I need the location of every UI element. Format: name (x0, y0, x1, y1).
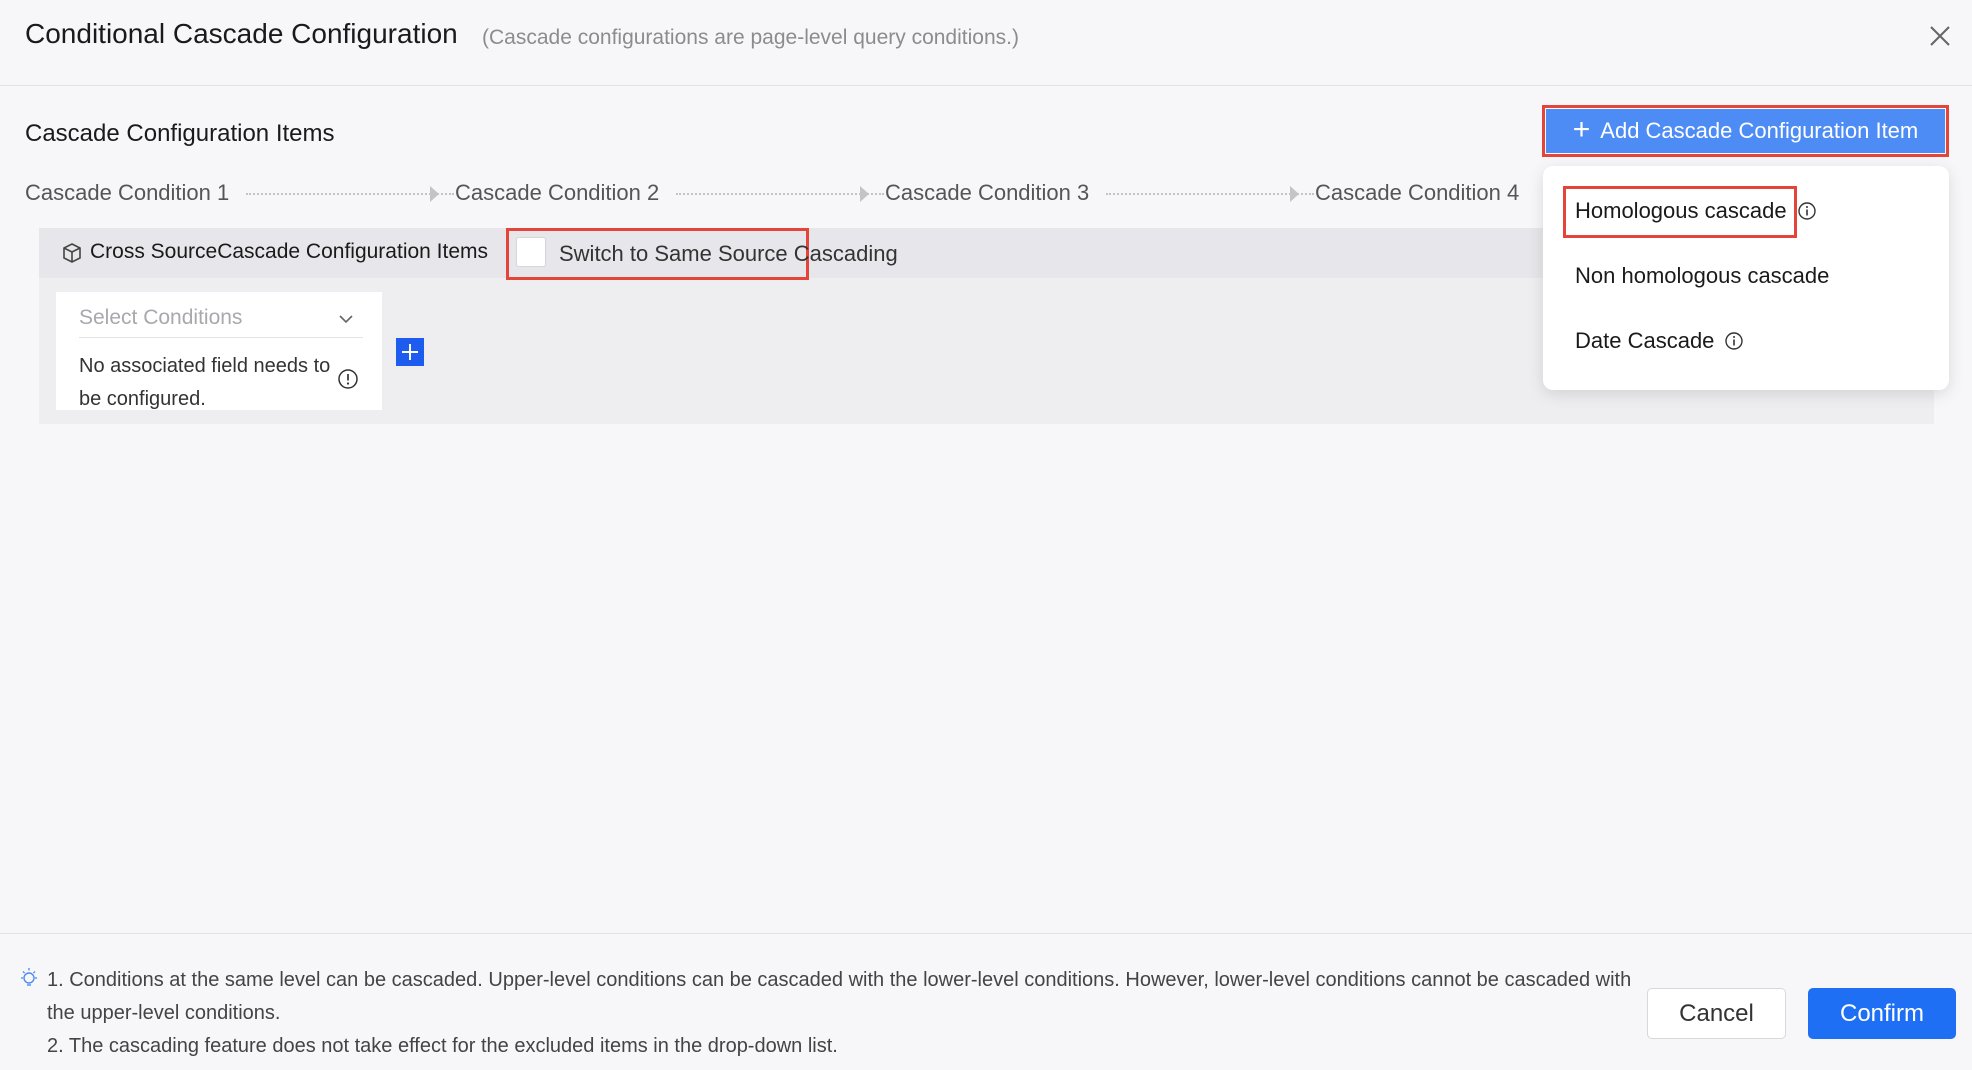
dialog-subtitle: (Cascade configurations are page-level q… (482, 26, 1019, 49)
same-source-label[interactable]: Switch to Same Source Cascading (559, 241, 898, 267)
menu-item-label: Date Cascade (1575, 328, 1715, 353)
same-source-checkbox[interactable] (516, 237, 546, 267)
step-2: Cascade Condition 2 (455, 180, 660, 205)
info-icon (1797, 202, 1816, 220)
plus-icon: + (1572, 112, 1591, 146)
panel-label: Cross SourceCascade Configuration Items (90, 240, 489, 263)
step-connector (676, 193, 884, 195)
add-cascade-item-label: Add Cascade Configuration Item (1600, 118, 1919, 143)
cube-icon (63, 243, 81, 263)
close-button[interactable] (1924, 20, 1956, 52)
confirm-button[interactable]: Confirm (1808, 988, 1956, 1039)
menu-item-homologous[interactable]: Homologous cascade (1575, 198, 1817, 224)
condition-note: No associated field needs to be configur… (79, 355, 331, 410)
info-icon (1725, 332, 1744, 350)
tip-1: 1. Conditions at the same level can be c… (47, 969, 1632, 1024)
menu-item-date-cascade[interactable]: Date Cascade (1575, 328, 1744, 354)
chevron-down-icon (339, 315, 353, 324)
section-title: Cascade Configuration Items (25, 120, 335, 147)
arrow-right-icon (1290, 186, 1299, 202)
step-1: Cascade Condition 1 (25, 180, 230, 205)
menu-item-label: Homologous cascade (1575, 198, 1787, 223)
cascade-type-menu: Homologous cascade Non homologous cascad… (1543, 166, 1949, 390)
add-cascade-item-button[interactable]: + Add Cascade Configuration Item (1546, 109, 1945, 153)
dialog-title: Conditional Cascade Configuration (25, 18, 458, 49)
arrow-right-icon (430, 186, 439, 202)
dialog-header: Conditional Cascade Configuration (Casca… (0, 0, 1972, 86)
menu-item-label: Non homologous cascade (1575, 263, 1830, 288)
add-condition-button[interactable] (396, 338, 424, 366)
dialog-footer: 1. Conditions at the same level can be c… (0, 933, 1972, 1070)
tip-2: 2. The cascading feature does not take e… (47, 1035, 838, 1057)
cancel-button[interactable]: Cancel (1647, 988, 1786, 1039)
arrow-right-icon (860, 186, 869, 202)
tips-text: 1. Conditions at the same level can be c… (47, 964, 1647, 1063)
step-3: Cascade Condition 3 (885, 180, 1090, 205)
cascade-steps: Cascade Condition 1 Cascade Condition 2 … (25, 180, 1545, 210)
close-icon (1930, 26, 1950, 46)
step-connector (1106, 193, 1314, 195)
info-icon[interactable] (337, 368, 359, 390)
menu-item-non-homologous[interactable]: Non homologous cascade (1575, 263, 1829, 289)
select-conditions-dropdown[interactable]: Select Conditions (79, 306, 363, 338)
lightbulb-icon (21, 968, 37, 986)
select-placeholder: Select Conditions (79, 306, 243, 329)
step-connector (246, 193, 454, 195)
condition-card: Select Conditions No associated field ne… (56, 292, 382, 410)
step-4: Cascade Condition 4 (1315, 180, 1520, 205)
